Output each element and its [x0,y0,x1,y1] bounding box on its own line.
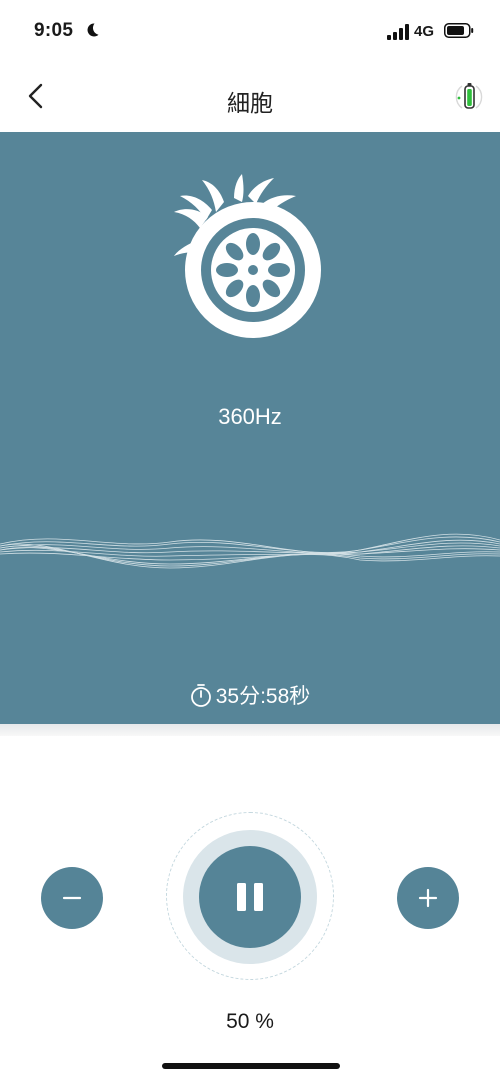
mode-display-panel: 360Hz 35分:58秒 [0,132,500,724]
signal-bars-icon [387,24,409,40]
timer-value: 35分:58秒 [215,685,311,708]
device-battery-icon[interactable] [452,78,486,114]
network-type: 4G [414,23,435,40]
pause-icon [237,883,263,911]
stopwatch-icon [190,684,211,707]
pause-button[interactable] [199,846,301,948]
minus-icon [62,896,82,900]
countdown-timer: 35分:58秒 [0,680,500,710]
battery-icon [444,23,474,38]
home-indicator[interactable] [162,1063,340,1069]
decrease-intensity-button[interactable] [41,867,103,929]
status-bar: 9:05 4G [0,0,500,62]
sound-wave-graphic [0,533,500,569]
intensity-percent: 50 % [226,1010,274,1033]
navigation-bar: 細胞 [0,62,500,132]
plus-icon [418,888,438,908]
page-title: 細胞 [227,90,273,116]
panel-shadow [0,724,500,736]
increase-intensity-button[interactable] [397,867,459,929]
frequency-label: 360Hz [218,404,282,429]
cell-icon [174,174,321,338]
moon-icon [87,23,99,37]
status-time: 9:05 [34,20,74,41]
